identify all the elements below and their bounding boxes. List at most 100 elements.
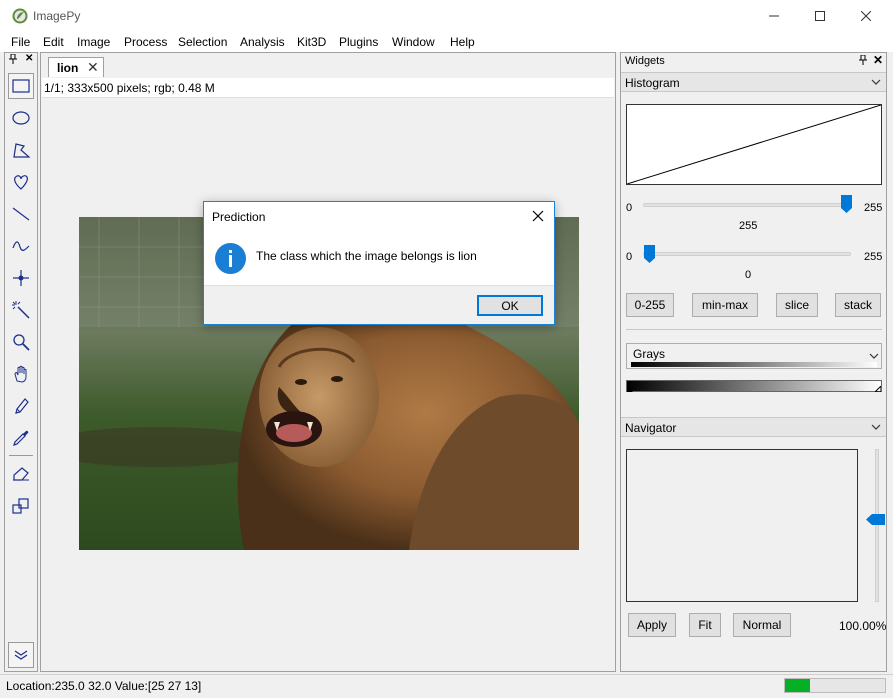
slider-high-max: 255: [864, 202, 883, 214]
histogram-plot: [626, 104, 882, 185]
status-text: Location:235.0 32.0 Value:[25 27 13]: [6, 679, 202, 693]
apply-button[interactable]: Apply: [628, 613, 676, 637]
canvas-panel: lion ✕ 1/1; 333x500 pixels; rgb; 0.48 M: [40, 52, 616, 672]
widgets-title: Widgets: [625, 55, 665, 67]
toolbar-header: ✕: [5, 53, 37, 67]
min-max-button[interactable]: min-max: [692, 293, 758, 317]
progress-bar: [784, 678, 886, 693]
widgets-close-icon[interactable]: ✕: [873, 53, 883, 67]
app-logo-icon: [12, 8, 28, 24]
zoom-tool[interactable]: [8, 329, 34, 355]
zoom-slider-thumb[interactable]: [866, 514, 885, 525]
window-title: ImagePy: [33, 9, 81, 23]
tab-close-icon[interactable]: ✕: [87, 59, 99, 76]
close-window-button[interactable]: [843, 0, 889, 32]
dialog-footer: OK: [204, 285, 554, 324]
minimize-icon: [769, 15, 779, 17]
toolbar-divider: [9, 455, 33, 456]
title-bar: ImagePy: [0, 0, 893, 32]
minimize-button[interactable]: [751, 0, 797, 32]
magic-wand-icon: [12, 301, 30, 319]
image-info-bar: 1/1; 333x500 pixels; rgb; 0.48 M: [42, 78, 614, 98]
chevron-down-icon: [871, 79, 881, 85]
slider-low-track[interactable]: [643, 252, 851, 256]
slice-button[interactable]: slice: [776, 293, 818, 317]
pin-icon[interactable]: [859, 55, 867, 65]
magnifier-icon: [13, 334, 30, 351]
slider-low-thumb[interactable]: [644, 245, 655, 263]
slider-high-value: 255: [739, 220, 758, 232]
crosshair-icon: [13, 270, 29, 286]
slider-high-track[interactable]: [643, 203, 848, 207]
ellipse-icon: [12, 111, 30, 125]
slider-low-max: 255: [864, 251, 883, 263]
line-tool[interactable]: [8, 201, 34, 227]
magic-wand-tool[interactable]: [8, 297, 34, 323]
histogram-title: Histogram: [625, 76, 680, 90]
lut-max-marker[interactable]: [875, 386, 881, 392]
slider-low-min: 0: [626, 251, 633, 263]
hand-icon: [14, 365, 27, 383]
lut-select[interactable]: Grays: [626, 343, 882, 369]
hand-tool[interactable]: [8, 361, 34, 387]
eraser-icon: [13, 467, 29, 481]
section-divider: [626, 329, 882, 330]
slider-low-value: 0: [745, 269, 752, 281]
menu-file[interactable]: File: [11, 35, 30, 49]
freehand-tool[interactable]: [8, 169, 34, 195]
lut-colorbar[interactable]: [626, 380, 882, 392]
color-picker-tool[interactable]: [8, 425, 34, 451]
menu-selection[interactable]: Selection: [178, 35, 227, 49]
toolbar-close-icon[interactable]: ✕: [25, 53, 33, 64]
status-bar: Location:235.0 32.0 Value:[25 27 13]: [0, 674, 893, 698]
more-tools-button[interactable]: [8, 642, 34, 668]
ellipse-tool[interactable]: [8, 105, 34, 131]
histogram-curve: [626, 104, 882, 185]
menu-analysis[interactable]: Analysis: [240, 35, 285, 49]
pencil-tool[interactable]: [8, 393, 34, 419]
pin-icon[interactable]: [9, 54, 17, 64]
zoom-level: 100.00%: [839, 619, 887, 633]
line-icon: [12, 207, 30, 221]
maximize-button[interactable]: [797, 0, 843, 32]
range-0-255-button[interactable]: 0-255: [626, 293, 674, 317]
menu-process[interactable]: Process: [124, 35, 167, 49]
chevron-down-icon: [871, 424, 881, 430]
stack-button[interactable]: stack: [835, 293, 881, 317]
progress-fill: [785, 679, 810, 692]
freehand-icon: [14, 175, 28, 190]
navigator-header[interactable]: Navigator: [621, 417, 886, 437]
menu-image[interactable]: Image: [77, 35, 110, 49]
fit-button[interactable]: Fit: [689, 613, 721, 637]
polygon-icon: [13, 143, 30, 158]
navigator-preview[interactable]: [626, 449, 858, 602]
lut-preview: [631, 362, 877, 367]
histogram-header[interactable]: Histogram: [621, 72, 886, 92]
dialog-close-icon[interactable]: [532, 210, 544, 222]
slider-high-thumb[interactable]: [841, 195, 852, 213]
polygon-tool[interactable]: [8, 137, 34, 163]
menu-kit3d[interactable]: Kit3D: [297, 35, 326, 49]
tab-lion[interactable]: lion ✕: [48, 57, 104, 77]
lut-min-marker[interactable]: [627, 386, 633, 392]
zoom-slider-track[interactable]: [875, 449, 879, 602]
menu-edit[interactable]: Edit: [43, 35, 64, 49]
prediction-dialog: Prediction The class which the image bel…: [203, 201, 555, 325]
copy-icon: [12, 498, 29, 514]
dialog-title: Prediction: [212, 210, 266, 224]
menu-help[interactable]: Help: [450, 35, 475, 49]
toolbar: ✕: [4, 52, 38, 672]
double-chevron-down-icon: [14, 650, 28, 660]
rectangle-tool[interactable]: [8, 73, 34, 99]
polyline-tool[interactable]: [8, 233, 34, 259]
info-icon: [215, 243, 246, 274]
lut-selected: Grays: [633, 347, 666, 361]
copy-tool[interactable]: [8, 493, 34, 519]
menu-plugins[interactable]: Plugins: [339, 35, 378, 49]
point-tool[interactable]: [8, 265, 34, 291]
eraser-tool[interactable]: [8, 461, 34, 487]
ok-button[interactable]: OK: [477, 295, 543, 316]
menu-window[interactable]: Window: [392, 35, 435, 49]
normal-button[interactable]: Normal: [733, 613, 791, 637]
slider-high-min: 0: [626, 202, 633, 214]
